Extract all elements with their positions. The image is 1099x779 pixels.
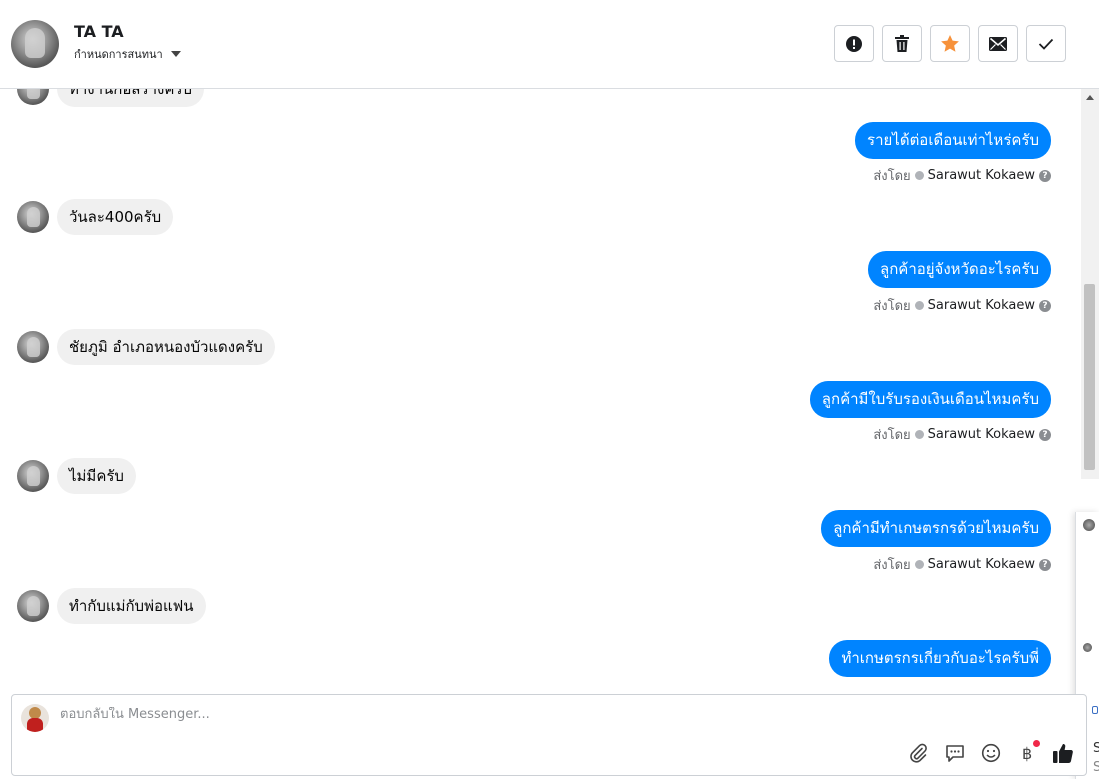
message-bubble[interactable]: วันละ400ครับ (57, 199, 174, 235)
scroll-up-arrow-icon[interactable] (1086, 95, 1094, 100)
sender-name[interactable]: Sarawut Kokaew (928, 298, 1035, 313)
message-scrollbar[interactable] (1081, 89, 1099, 479)
side-avatar-small[interactable] (1083, 643, 1092, 652)
message-bubble[interactable]: ทำกับแม่กับพ่อแฟน (57, 588, 206, 624)
mark-unread-button[interactable] (978, 25, 1018, 62)
follow-up-button[interactable] (930, 25, 970, 62)
message-bubble[interactable]: ไม่มีครับ (57, 458, 136, 494)
page-badge-icon (914, 430, 924, 439)
message-outgoing[interactable]: ลูกค้ามีใบรับรองเงินเดือนไหมครับ (809, 381, 1051, 418)
sent-by-label: ส่งโดย (873, 299, 911, 314)
assign-label: กำหนดการสนทนา (74, 48, 163, 61)
like-button[interactable] (1051, 741, 1075, 765)
sender-name[interactable]: Sarawut Kokaew (928, 168, 1035, 183)
assign-conversation-dropdown[interactable]: กำหนดการสนทนา (74, 45, 181, 63)
emoji-button[interactable] (979, 741, 1003, 765)
saved-reply-icon (946, 745, 964, 762)
sent-by-line: ส่งโดย Sarawut Kokaew ? (873, 165, 1051, 186)
message-incoming: ชัยภูมิ อำเภอหนองบัวแดงครับ (17, 329, 275, 365)
help-icon[interactable]: ? (1039, 428, 1051, 441)
saved-replies-button[interactable] (943, 741, 967, 765)
sent-by-label: ส่งโดย (873, 169, 911, 184)
notification-dot (1033, 740, 1040, 747)
sender-avatar[interactable] (17, 201, 49, 233)
message-incoming: ไม่มีครับ (17, 458, 136, 494)
side-avatar[interactable] (1083, 519, 1095, 531)
side-panel-text: S (1093, 741, 1099, 756)
page-badge-icon (914, 171, 924, 180)
paperclip-icon (910, 743, 927, 763)
sent-by-label: ส่งโดย (873, 558, 911, 573)
star-icon (941, 35, 959, 52)
message-incoming: ทำงานก่อสร้างครับ (17, 89, 204, 107)
message-incoming: วันละ400ครับ (17, 199, 174, 235)
message-incoming: ทำกับแม่กับพ่อแฟน (17, 588, 206, 624)
emoji-icon (981, 743, 1001, 763)
sender-avatar[interactable] (17, 89, 49, 105)
sent-by-line: ส่งโดย Sarawut Kokaew ? (873, 554, 1051, 575)
sent-by-label: ส่งโดย (873, 428, 911, 443)
page-badge-icon (914, 560, 924, 569)
contact-name[interactable]: TA TA (74, 22, 124, 41)
message-outgoing[interactable]: รายได้ต่อเดือนเท่าไหร่ครับ (855, 122, 1051, 159)
message-list: ทำงานก่อสร้างครับ รายได้ต่อเดือนเท่าไหร่… (0, 89, 1081, 692)
help-icon[interactable]: ? (1039, 299, 1051, 312)
sender-avatar[interactable] (17, 331, 49, 363)
sender-name[interactable]: Sarawut Kokaew (928, 557, 1035, 572)
scroll-thumb[interactable] (1084, 284, 1095, 470)
page-avatar (21, 704, 49, 732)
sent-by-line: ส่งโดย Sarawut Kokaew ? (873, 424, 1051, 445)
side-panel-text: S (1093, 760, 1099, 775)
help-icon[interactable]: ? (1039, 558, 1051, 571)
messenger-conversation-view: TA TA กำหนดการสนทนา ทำงานก่อสร้างครับ รา… (0, 0, 1099, 779)
svg-text:฿: ฿ (1022, 744, 1032, 763)
thumbs-up-icon (1053, 744, 1073, 763)
attach-button[interactable] (906, 741, 930, 765)
mark-spam-button[interactable] (834, 25, 874, 62)
reply-composer: ฿ (11, 694, 1087, 776)
message-bubble[interactable]: ชัยภูมิ อำเภอหนองบัวแดงครับ (57, 329, 275, 365)
sender-avatar[interactable] (17, 460, 49, 492)
conversation-header: TA TA กำหนดการสนทนา (0, 0, 1099, 89)
side-panel-icon (1092, 706, 1098, 714)
mark-done-button[interactable] (1026, 25, 1066, 62)
page-badge-icon (914, 301, 924, 310)
reply-input[interactable] (60, 707, 860, 722)
delete-button[interactable] (882, 25, 922, 62)
caret-down-icon (170, 51, 181, 57)
message-bubble[interactable]: ทำงานก่อสร้างครับ (57, 89, 204, 107)
sent-by-line: ส่งโดย Sarawut Kokaew ? (873, 295, 1051, 316)
message-outgoing[interactable]: ลูกค้ามีทำเกษตรกรด้วยไหมครับ (821, 510, 1051, 547)
payment-button[interactable]: ฿ (1015, 740, 1040, 765)
envelope-icon (989, 36, 1007, 51)
alert-icon (846, 35, 862, 52)
sender-name[interactable]: Sarawut Kokaew (928, 427, 1035, 442)
trash-icon (895, 35, 909, 52)
help-icon[interactable]: ? (1039, 169, 1051, 182)
contact-avatar[interactable] (11, 20, 59, 68)
message-outgoing[interactable]: ทำเกษตรกรเกี่ยวกับอะไรครับพี่ (829, 640, 1051, 677)
sender-avatar[interactable] (17, 590, 49, 622)
check-icon (1038, 38, 1054, 50)
message-outgoing[interactable]: ลูกค้าอยู่จังหวัดอะไรครับ (868, 251, 1051, 288)
